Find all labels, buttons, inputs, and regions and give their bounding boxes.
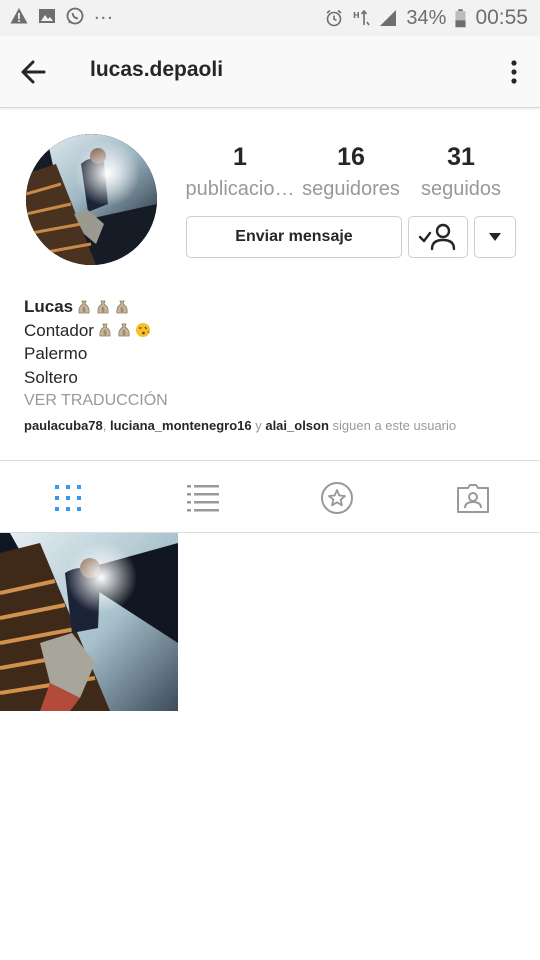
profile-tabs xyxy=(0,460,540,533)
data-transfer-icon: H xyxy=(353,9,371,26)
following-button[interactable] xyxy=(408,216,468,258)
status-bar: ... H 34% 00:55 xyxy=(0,0,540,36)
follower-link-1[interactable]: paulacuba78 xyxy=(24,418,103,433)
svg-text:$: $ xyxy=(103,330,107,337)
svg-text:H: H xyxy=(353,11,360,20)
money-bag-icon: $ xyxy=(78,300,90,313)
following-label: seguidos xyxy=(420,178,502,200)
followed-by-suffix: siguen a este usuario xyxy=(328,418,457,433)
tagged-icon[interactable] xyxy=(456,481,490,515)
more-vertical-icon[interactable] xyxy=(502,54,526,90)
bio-line-status: Soltero xyxy=(24,367,78,387)
following-count: 31 xyxy=(447,143,475,171)
svg-text:$: $ xyxy=(120,306,124,313)
user-check-icon xyxy=(418,223,456,251)
whatsapp-icon xyxy=(66,7,84,24)
back-arrow-icon[interactable] xyxy=(16,54,52,90)
app-bar: lucas.depaoli xyxy=(0,36,540,108)
warning-icon xyxy=(10,7,28,23)
posts-count: 1 xyxy=(233,143,247,171)
followers-label: seguidores xyxy=(302,178,400,200)
profile-avatar[interactable] xyxy=(26,134,157,265)
follower-link-3[interactable]: alai_olson xyxy=(265,418,329,433)
stat-posts[interactable]: 1 publicacio… xyxy=(184,140,296,204)
follower-link-2[interactable]: luciana_montenegro16 xyxy=(110,418,252,433)
grid-icon[interactable] xyxy=(51,481,85,515)
svg-text:$: $ xyxy=(122,330,126,337)
money-bag-icon: $ xyxy=(97,300,109,313)
money-bag-icon: $ xyxy=(99,323,111,337)
followed-by-separator: , xyxy=(102,418,110,433)
bio-occupation: Contador xyxy=(24,320,94,340)
signal-icon xyxy=(380,10,397,26)
posts-label: publicacio… xyxy=(185,178,295,200)
gallery-icon xyxy=(39,8,55,23)
bio-line-location: Palermo xyxy=(24,344,88,363)
stat-followers[interactable]: 16 seguidores xyxy=(298,140,404,204)
send-message-button[interactable]: Enviar mensaje xyxy=(186,216,402,258)
money-bag-icon: $ xyxy=(118,323,130,337)
more-notifications: ... xyxy=(94,2,114,24)
battery-icon xyxy=(455,8,466,27)
followed-by-and: y xyxy=(251,418,266,433)
money-bag-icon: $ xyxy=(116,300,128,313)
see-translation-link[interactable]: VER TRADUCCIÓN xyxy=(24,389,524,413)
followers-count: 16 xyxy=(337,143,365,171)
kissing-face-icon xyxy=(135,323,150,338)
suggestions-dropdown-button[interactable] xyxy=(474,216,516,258)
bio-name: Lucas xyxy=(24,297,74,316)
list-icon[interactable] xyxy=(186,481,220,515)
caret-down-icon xyxy=(489,233,501,241)
profile-bio: Lucas $ $ $ Contador $ $ Palermo Soltero… xyxy=(24,295,524,413)
stat-following[interactable]: 31 seguidos xyxy=(410,140,512,204)
page-title: lucas.depaoli xyxy=(90,58,224,81)
post-photo xyxy=(0,533,178,711)
svg-text:$: $ xyxy=(101,306,105,313)
clock: 00:55 xyxy=(475,6,528,29)
alarm-icon xyxy=(326,9,342,27)
svg-text:$: $ xyxy=(82,306,86,313)
star-icon[interactable] xyxy=(320,481,354,515)
bio-name-line: Lucas $ $ $ xyxy=(24,295,524,319)
followed-by-text[interactable]: paulacuba78, luciana_montenegro16 y alai… xyxy=(24,418,456,433)
bio-line-occupation: Contador $ $ xyxy=(24,319,524,343)
post-thumbnail[interactable] xyxy=(0,533,178,711)
battery-percent: 34% xyxy=(406,6,447,29)
avatar-photo xyxy=(26,134,157,265)
